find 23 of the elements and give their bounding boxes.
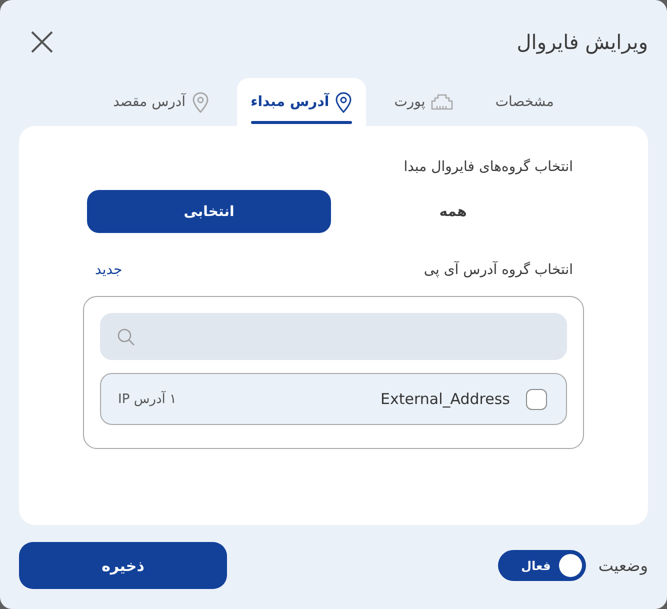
- tab[interactable]: آدرس مقصد: [99, 78, 223, 126]
- location-pin-icon: [192, 92, 209, 112]
- location-pin-icon: [335, 92, 352, 112]
- segment-option[interactable]: انتخابی: [87, 190, 331, 233]
- status-label: وضعیت: [598, 556, 648, 575]
- ethernet-port-icon: [431, 94, 454, 110]
- close-icon: [30, 30, 54, 54]
- tab[interactable]: پورت: [380, 78, 468, 126]
- group-name: External_Address: [380, 390, 510, 408]
- dialog-title: ویرایش فایروال: [516, 29, 648, 56]
- tab[interactable]: آدرس مبداء: [236, 78, 366, 126]
- section-label: انتخاب گروه آدرس آی پی: [424, 260, 573, 280]
- status-toggle[interactable]: فعال: [498, 550, 586, 581]
- new-link[interactable]: جدید: [95, 262, 122, 278]
- section-label: انتخاب گروه‌های فایروال مبدا: [402, 158, 574, 177]
- address-count: ۱ آدرس IP: [118, 392, 176, 406]
- close-button[interactable]: [30, 30, 54, 54]
- tab[interactable]: مشخصات: [481, 78, 568, 126]
- segment-option[interactable]: همه: [331, 190, 575, 233]
- search-field[interactable]: [100, 313, 567, 360]
- search-icon: [117, 328, 135, 346]
- checkbox[interactable]: [526, 388, 547, 410]
- save-button[interactable]: ذخیره: [19, 542, 227, 589]
